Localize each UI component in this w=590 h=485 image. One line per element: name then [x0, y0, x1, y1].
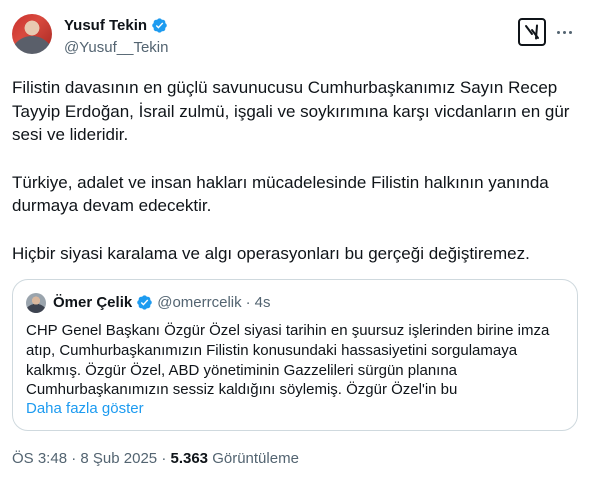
tweet-meta: ÖS 3:48 · 8 Şub 2025 · 5.363 Görüntüleme	[12, 450, 299, 467]
quote-author-handle: @omerrcelik	[157, 294, 242, 311]
more-options-button[interactable]	[552, 18, 576, 46]
author-handle[interactable]: @Yusuf__Tekin	[64, 39, 168, 56]
more-options-icon	[556, 30, 560, 34]
more-options-icon	[562, 30, 566, 34]
meta-separator: ·	[161, 450, 167, 467]
grok-button[interactable]	[518, 18, 546, 46]
verified-badge-icon	[152, 18, 167, 33]
tweet-header: Yusuf Tekin @Yusuf__Tekin	[12, 14, 578, 66]
tweet-date[interactable]: 8 Şub 2025	[80, 450, 157, 467]
quote-separator: ·	[245, 294, 251, 311]
quote-header: Ömer Çelik @omerrcelik · 4s	[53, 294, 270, 311]
tweet-time[interactable]: ÖS 3:48	[12, 450, 67, 467]
author-avatar[interactable]	[12, 14, 52, 54]
grok-icon	[525, 24, 539, 40]
verified-badge-icon	[137, 295, 152, 310]
views-label: Görüntüleme	[212, 450, 299, 467]
tweet-paragraph: Hiçbir siyasi karalama ve algı operasyon…	[12, 243, 530, 263]
show-more-link[interactable]: Daha fazla göster	[26, 400, 144, 417]
tweet-paragraph: Türkiye, adalet ve insan hakları mücadel…	[12, 172, 554, 216]
quote-text: CHP Genel Başkanı Özgür Özel siyasi tari…	[26, 322, 550, 399]
tweet-text: Filistin davasının en güçlü savunucusu C…	[12, 76, 572, 265]
more-options-icon	[568, 30, 572, 34]
quote-author-name: Ömer Çelik	[53, 294, 133, 311]
author-display-name[interactable]: Yusuf Tekin	[64, 17, 147, 34]
meta-separator: ·	[71, 450, 77, 467]
quoted-tweet[interactable]: Ömer Çelik @omerrcelik · 4s CHP Genel Ba…	[12, 279, 578, 431]
tweet-paragraph: Filistin davasının en güçlü savunucusu C…	[12, 78, 575, 144]
author-name-row: Yusuf Tekin	[64, 17, 168, 34]
views-count: 5.363	[170, 450, 209, 467]
quote-author-avatar	[26, 293, 46, 313]
quote-timestamp: 4s	[254, 294, 271, 311]
